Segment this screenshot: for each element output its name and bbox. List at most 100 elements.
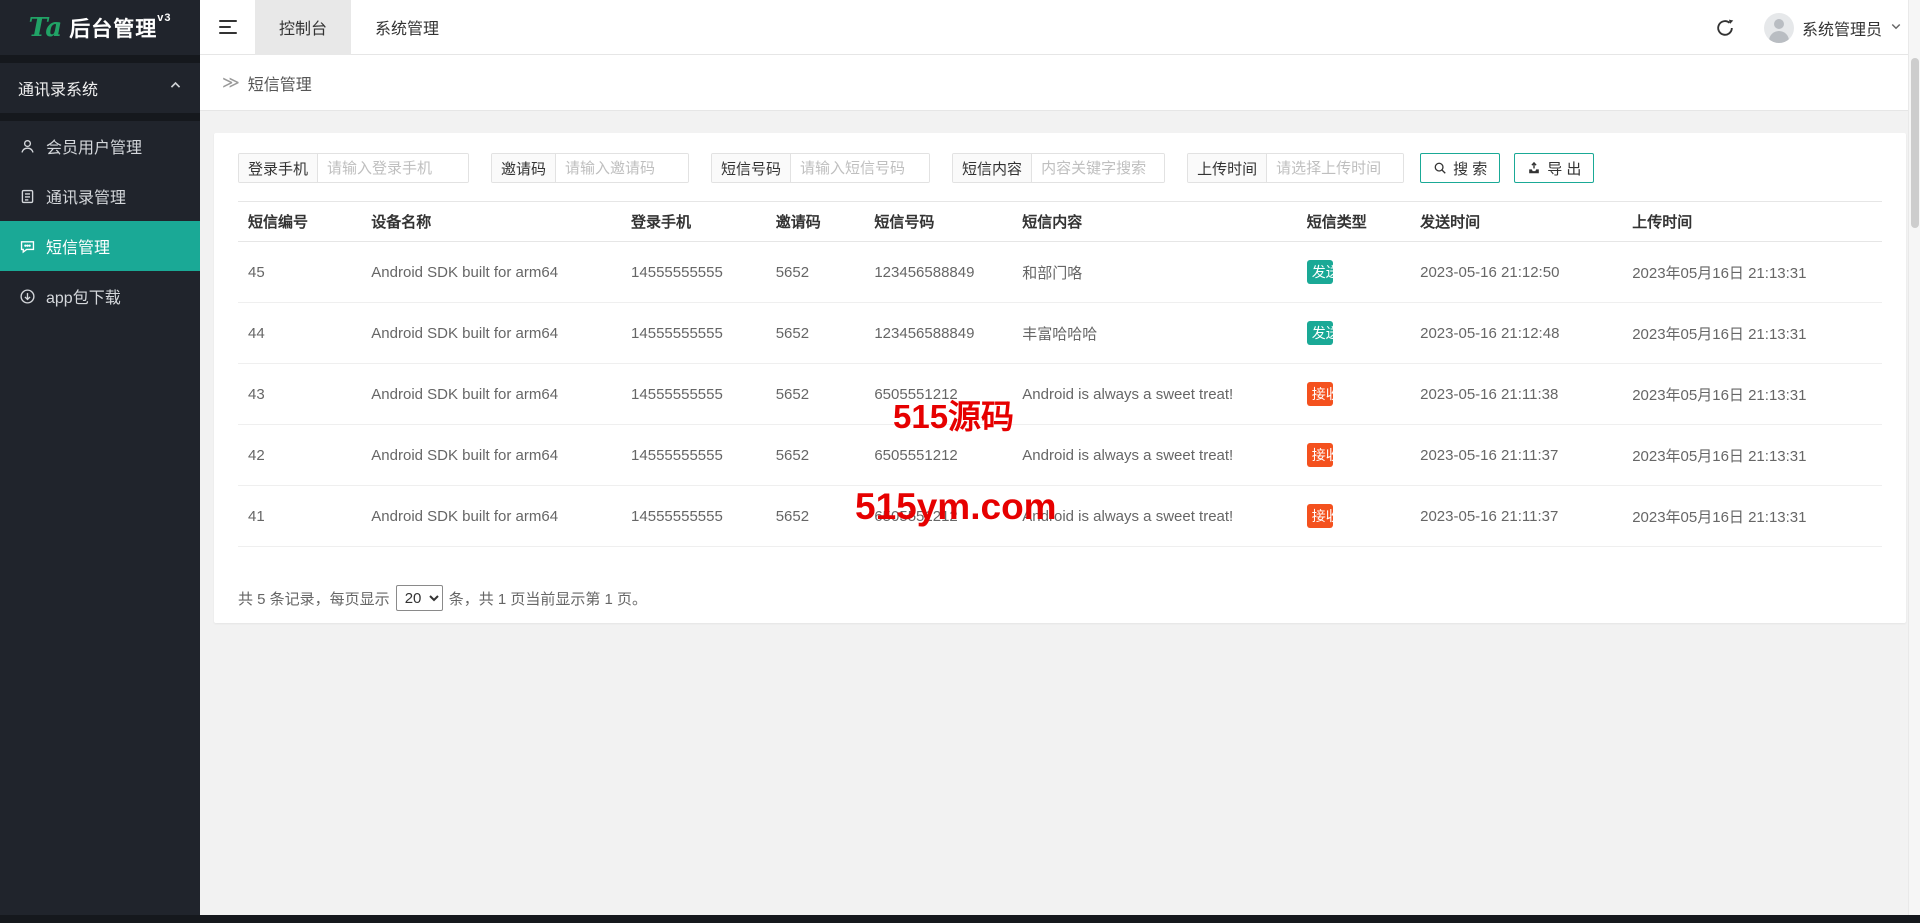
cell-send-time: 2023-05-16 21:12:50 <box>1410 241 1623 303</box>
page-size-select[interactable]: 20 <box>395 585 443 611</box>
cell-upload-time: 2023年05月16日 21:13:31 <box>1622 485 1882 547</box>
sms-type-badge: 接收 <box>1306 382 1340 406</box>
cell-content: 丰富哈哈哈 <box>1012 302 1297 364</box>
cell-upload-time: 2023年05月16日 21:13:31 <box>1622 363 1882 425</box>
cell-send-time: 2023-05-16 21:11:37 <box>1410 485 1623 547</box>
table-row: 44 Android SDK built for arm64 145555555… <box>238 302 1882 364</box>
app-window: Ta 后台管理v3 通讯录系统 会员用户管理 通讯录管理 短信管理 app包下载 <box>0 0 1920 923</box>
scrollbar-thumb[interactable] <box>1911 58 1919 228</box>
cell-device: Android SDK built for arm64 <box>361 485 622 547</box>
search-button[interactable]: 搜 索 <box>1420 153 1501 183</box>
watermark-text: 515源码 <box>893 398 1015 435</box>
cell-type: 发送 <box>1296 302 1411 364</box>
cell-content: Android is always a sweet treat! <box>1012 424 1297 486</box>
app-version: v3 <box>157 11 172 24</box>
tab-console[interactable]: 控制台 <box>255 0 352 55</box>
sidebar-group-contacts-system[interactable]: 通讯录系统 <box>0 63 200 113</box>
table-row: 43 Android SDK built for arm64 145555555… <box>238 363 1882 425</box>
cell-type: 接收 <box>1296 485 1411 547</box>
content-area: 登录手机 邀请码 短信号码 短信内容 <box>200 111 1920 923</box>
col-invite-code: 邀请码 <box>765 201 865 242</box>
cell-type: 接收 <box>1296 363 1411 425</box>
sms-type-badge: 发送 <box>1306 260 1340 284</box>
sidebar-item-label: 会员用户管理 <box>46 140 143 157</box>
cell-sms-id: 45 <box>238 241 362 303</box>
cell-upload-time: 2023年05月16日 21:13:31 <box>1622 302 1882 364</box>
cell-invite-code: 5652 <box>765 241 865 303</box>
main-column: 控制台 系统管理 系统管理员 ≫ 短信管理 登录手机 请输入登录手机 邀请码 请… <box>200 0 1920 923</box>
cell-upload-time: 2023年05月16日 21:13:31 <box>1622 424 1882 486</box>
col-login-phone: 登录手机 <box>621 201 766 242</box>
sidebar-item-address-book-management[interactable]: 通讯录管理 <box>0 171 200 221</box>
cell-login-phone: 14555555555 <box>621 363 766 425</box>
footer-strip <box>0 915 1920 923</box>
sms-content-input[interactable] <box>1032 154 1165 182</box>
breadcrumb-arrows-icon: ≫ <box>222 72 240 92</box>
avatar <box>1763 12 1794 43</box>
page-scrollbar[interactable] <box>1908 0 1920 923</box>
cell-invite-code: 5652 <box>765 363 865 425</box>
cell-invite-code: 5652 <box>765 424 865 486</box>
topbar-right: 系统管理员 <box>1714 0 1902 55</box>
cell-sms-id: 42 <box>238 424 362 486</box>
login-phone-input[interactable] <box>318 154 469 182</box>
col-send-time: 发送时间 <box>1410 201 1623 242</box>
user-menu[interactable]: 系统管理员 <box>1763 12 1902 43</box>
breadcrumb-current: 短信管理 <box>247 76 312 94</box>
table-header-row: 短信编号 设备名称 登录手机 邀请码 短信号码 短信内容 短信类型 发送时间 上… <box>238 201 1882 242</box>
cell-content: 和部门咯 <box>1012 241 1297 303</box>
chevron-up-icon <box>169 79 182 97</box>
sidebar: Ta 后台管理v3 通讯录系统 会员用户管理 通讯录管理 短信管理 app包下载 <box>0 0 200 923</box>
cell-sms-id: 44 <box>238 302 362 364</box>
cell-login-phone: 14555555555 <box>621 424 766 486</box>
upload-time-input[interactable] <box>1267 154 1404 182</box>
watermark-url: 515ym.com <box>855 486 1057 527</box>
col-content: 短信内容 <box>1012 201 1297 242</box>
cell-invite-code: 5652 <box>765 302 865 364</box>
topbar: 控制台 系统管理 系统管理员 <box>200 0 1920 55</box>
filter-label: 短信号码 <box>712 154 792 182</box>
cell-upload-time: 2023年05月16日 21:13:31 <box>1622 241 1882 303</box>
filter-invite-code: 邀请码 <box>491 153 690 183</box>
user-name: 系统管理员 <box>1801 21 1882 39</box>
sidebar-item-label: 通讯录管理 <box>46 190 127 207</box>
sms-icon <box>18 237 36 255</box>
sms-table: 短信编号 设备名称 登录手机 邀请码 短信号码 短信内容 短信类型 发送时间 上… <box>238 201 1882 547</box>
table-row: 45 Android SDK built for arm64 145555555… <box>238 241 1882 303</box>
address-book-icon <box>18 187 36 205</box>
sms-number-input[interactable] <box>791 154 930 182</box>
app-title: 后台管理v3 <box>69 11 172 41</box>
sidebar-item-sms-management[interactable]: 短信管理 <box>0 221 200 271</box>
sms-type-badge: 接收 <box>1306 443 1340 467</box>
filter-label: 登录手机 <box>239 154 319 182</box>
filter-sms-number: 短信号码 <box>711 153 931 183</box>
table-row: 42 Android SDK built for arm64 145555555… <box>238 424 1882 486</box>
filter-upload-time: 上传时间 <box>1187 153 1405 183</box>
filter-toolbar: 登录手机 邀请码 短信号码 短信内容 <box>238 153 1882 183</box>
export-button[interactable]: 导 出 <box>1514 153 1595 183</box>
toolbar-buttons: 搜 索 导 出 <box>1420 153 1595 183</box>
filter-label: 短信内容 <box>953 154 1033 182</box>
cell-login-phone: 14555555555 <box>621 485 766 547</box>
pagination: 共 5 条记录，每页显示 20 条，共 1 页当前显示第 1 页。 <box>238 585 1882 611</box>
col-type: 短信类型 <box>1296 201 1411 242</box>
tab-system-management[interactable]: 系统管理 <box>351 0 463 55</box>
breadcrumb: ≫ 短信管理 <box>200 55 1920 111</box>
sidebar-item-app-package-download[interactable]: app包下载 <box>0 271 200 321</box>
cell-invite-code: 5652 <box>765 485 865 547</box>
collapse-sidebar-icon[interactable] <box>200 0 255 55</box>
col-device: 设备名称 <box>361 201 622 242</box>
sidebar-item-member-user-management[interactable]: 会员用户管理 <box>0 121 200 171</box>
cell-device: Android SDK built for arm64 <box>361 302 622 364</box>
refresh-icon[interactable] <box>1714 17 1736 39</box>
cell-sms-id: 41 <box>238 485 362 547</box>
sidebar-group-label: 通讯录系统 <box>18 82 99 99</box>
cell-sms-id: 43 <box>238 363 362 425</box>
invite-code-input[interactable] <box>556 154 689 182</box>
sms-type-badge: 发送 <box>1306 321 1340 345</box>
pagination-suffix: 条，共 1 页当前显示第 1 页。 <box>448 590 648 608</box>
cell-type: 接收 <box>1296 424 1411 486</box>
search-icon <box>1434 162 1446 174</box>
sidebar-item-label: 短信管理 <box>46 240 111 257</box>
col-upload-time: 上传时间 <box>1622 201 1882 242</box>
